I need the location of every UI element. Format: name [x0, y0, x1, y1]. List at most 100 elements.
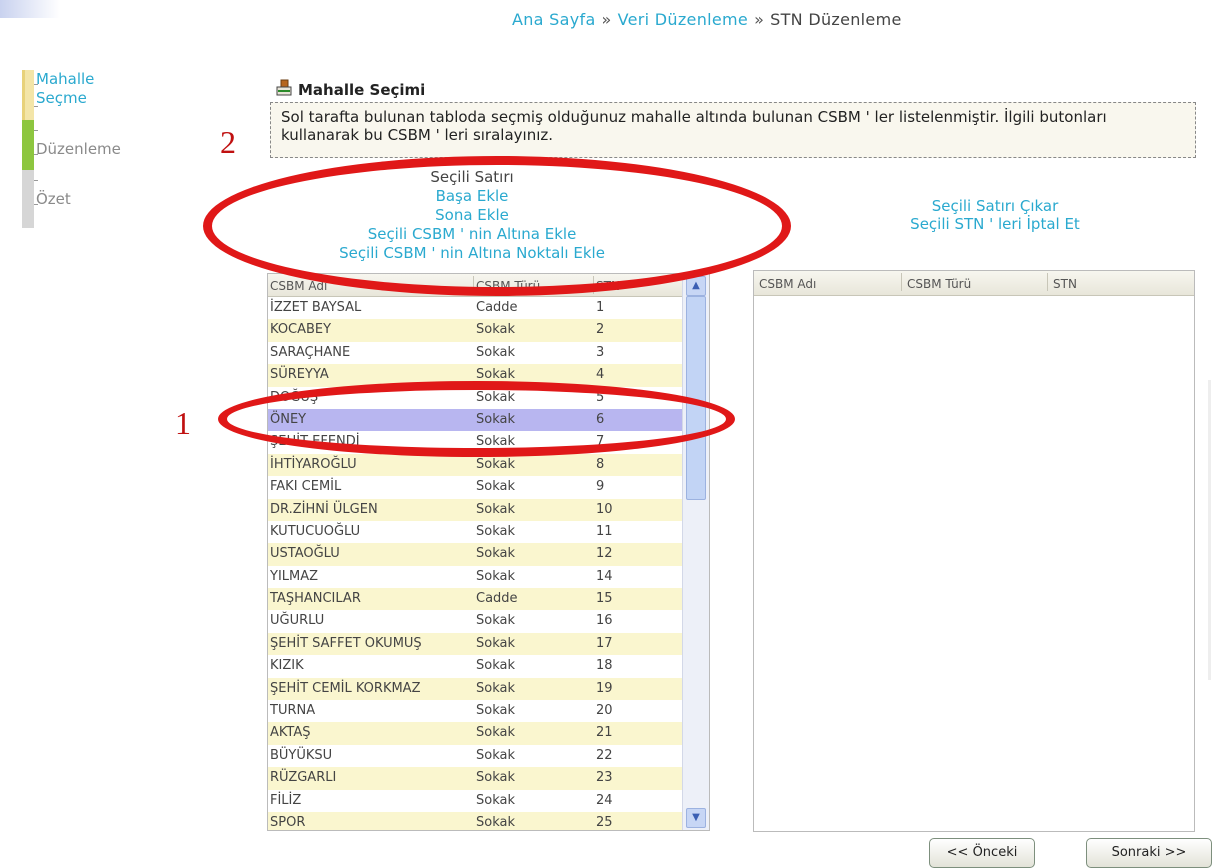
table-row[interactable]: KOCABEY Sokak 2: [268, 319, 709, 342]
cell-csbm-turu: Sokak: [476, 568, 515, 584]
table-row[interactable]: TURNA Sokak 20: [268, 700, 709, 722]
cell-stn: 1: [596, 300, 605, 315]
table-row[interactable]: SPOR Sokak 25: [268, 811, 709, 830]
cell-csbm-adi: AKTAŞ: [270, 725, 311, 741]
cell-stn: 15: [596, 591, 613, 607]
step-label-ozet: Özet: [36, 190, 71, 208]
column-header-stn[interactable]: STN: [1053, 277, 1077, 291]
table-row[interactable]: İZZET BAYSAL Cadde 1: [268, 297, 709, 319]
table-row[interactable]: USTAOĞLU Sokak 12: [268, 543, 709, 566]
table-row[interactable]: BÜYÜKSU Sokak 22: [268, 745, 709, 767]
table-row[interactable]: KUTUCUOĞLU Sokak 11: [268, 521, 709, 543]
cell-stn: 20: [596, 703, 613, 719]
table-row[interactable]: AKTAŞ Sokak 21: [268, 722, 709, 745]
cell-csbm-turu: Sokak: [476, 725, 515, 741]
step-indicator-progress: [22, 120, 34, 170]
cell-stn: 18: [596, 658, 613, 674]
cell-csbm-adi: FAKI CEMİL: [270, 479, 342, 495]
cell-stn: 23: [596, 770, 613, 786]
cell-csbm-adi: TAŞHANCILAR: [270, 591, 361, 607]
cell-csbm-turu: Sokak: [476, 479, 515, 495]
right-edge-strip: [1208, 380, 1211, 680]
cell-csbm-turu: Sokak: [476, 770, 515, 786]
cell-stn: 16: [596, 613, 613, 629]
table-body: İZZET BAYSAL Cadde 1 KOCABEY Sokak 2 SARAÇHANE…: [268, 297, 709, 830]
map-pin-icon: [276, 79, 292, 96]
cell-csbm-turu: Sokak: [476, 613, 515, 629]
cell-csbm-turu: Sokak: [476, 747, 515, 763]
cell-csbm-turu: Sokak: [476, 635, 515, 651]
cell-csbm-adi: KOCABEY: [270, 322, 332, 338]
breadcrumb-home-link[interactable]: Ana Sayfa: [512, 10, 596, 29]
table-row[interactable]: TAŞHANCILAR Cadde 15: [268, 588, 709, 611]
stn-table: CSBM Adı CSBM Türü STN: [753, 270, 1195, 832]
cell-csbm-adi: FİLİZ: [270, 792, 302, 808]
step-label-duzenleme: Düzenleme: [36, 140, 121, 158]
cell-stn: 2: [596, 322, 605, 338]
section-title: Mahalle Seçimi: [298, 81, 426, 99]
cell-csbm-adi: UĞURLU: [270, 613, 325, 629]
cell-csbm-adi: KUTUCUOĞLU: [270, 523, 361, 539]
scroll-down-icon[interactable]: ▼: [686, 808, 706, 828]
cell-csbm-adi: DR.ZİHNİ ÜLGEN: [270, 501, 378, 517]
breadcrumb-data-edit-link[interactable]: Veri Düzenleme: [618, 10, 748, 29]
cell-csbm-adi: ŞEHİT SAFFET OKUMUŞ: [270, 635, 422, 651]
table-row[interactable]: SARAÇHANE Sokak 3: [268, 342, 709, 364]
cell-csbm-turu: Sokak: [476, 680, 515, 696]
annotation-number-2: 2: [220, 124, 236, 160]
table-row[interactable]: DR.ZİHNİ ÜLGEN Sokak 10: [268, 498, 709, 521]
table-row[interactable]: UĞURLU Sokak 16: [268, 610, 709, 632]
cell-csbm-adi: ŞEHİT CEMİL KORKMAZ: [270, 680, 421, 696]
csbm-table: CSBM Adı CSBM Türü STN İZZET BAYSAL Cadde…: [267, 273, 710, 831]
column-header-csbm-turu[interactable]: CSBM Türü: [907, 277, 971, 291]
cancel-selected-stn-link[interactable]: Seçili STN ' leri İptal Et: [830, 215, 1160, 233]
cell-csbm-turu: Sokak: [476, 501, 515, 517]
table-row[interactable]: FAKI CEMİL Sokak 9: [268, 476, 709, 498]
cell-stn: 8: [596, 456, 605, 472]
previous-button[interactable]: << Önceki: [929, 838, 1035, 868]
vertical-scrollbar[interactable]: ▲ ▼: [682, 274, 709, 830]
cell-csbm-adi: SÜREYYA: [270, 367, 329, 383]
cell-stn: 17: [596, 635, 613, 651]
info-box: Sol tarafta bulunan tabloda seçmiş olduğ…: [270, 102, 1196, 158]
cell-csbm-turu: Sokak: [476, 814, 515, 830]
cell-csbm-adi: KIZIK: [270, 658, 304, 674]
breadcrumb-separator: »: [754, 10, 765, 29]
cell-csbm-turu: Sokak: [476, 367, 515, 383]
step-tick: [34, 130, 38, 131]
table-row[interactable]: İHTİYAROĞLU Sokak 8: [268, 453, 709, 477]
remove-selected-row-link[interactable]: Seçili Satırı Çıkar: [830, 197, 1160, 215]
cell-csbm-adi: RÜZGARLI: [270, 770, 337, 786]
cell-csbm-turu: Sokak: [476, 792, 515, 808]
cell-stn: 14: [596, 568, 613, 584]
cell-csbm-turu: Sokak: [476, 546, 515, 562]
next-button[interactable]: Sonraki >>: [1086, 838, 1212, 868]
cell-stn: 4: [596, 367, 605, 383]
table-row[interactable]: KIZIK Sokak 18: [268, 655, 709, 677]
cell-csbm-adi: YILMAZ: [270, 568, 319, 584]
step-indicator-active: [22, 70, 34, 120]
cell-stn: 22: [596, 747, 613, 763]
cell-stn: 25: [596, 814, 613, 830]
cell-stn: 24: [596, 792, 613, 808]
breadcrumb-current: STN Düzenleme: [770, 10, 902, 29]
table-row[interactable]: FİLİZ Sokak 24: [268, 790, 709, 812]
breadcrumb-separator: »: [601, 10, 612, 29]
table-row[interactable]: YILMAZ Sokak 14: [268, 566, 709, 588]
cell-csbm-adi: SARAÇHANE: [270, 344, 351, 360]
step-tick: [34, 180, 38, 181]
cell-stn: 9: [596, 479, 605, 495]
cell-csbm-adi: SPOR: [270, 814, 306, 830]
cell-csbm-turu: Sokak: [476, 456, 515, 472]
table-row[interactable]: ŞEHİT SAFFET OKUMUŞ Sokak 17: [268, 632, 709, 656]
annotation-oval-1: [218, 381, 735, 457]
cell-csbm-adi: İZZET BAYSAL: [270, 300, 362, 315]
cell-csbm-turu: Sokak: [476, 523, 515, 539]
table-row[interactable]: RÜZGARLI Sokak 23: [268, 767, 709, 790]
column-header-csbm-adi[interactable]: CSBM Adı: [759, 277, 816, 291]
cell-stn: 11: [596, 523, 613, 539]
table-row[interactable]: ŞEHİT CEMİL KORKMAZ Sokak 19: [268, 677, 709, 701]
cell-stn: 21: [596, 725, 613, 741]
step-label-mahalle-secme[interactable]: Mahalle Seçme: [36, 70, 116, 108]
cell-csbm-turu: Sokak: [476, 703, 515, 719]
